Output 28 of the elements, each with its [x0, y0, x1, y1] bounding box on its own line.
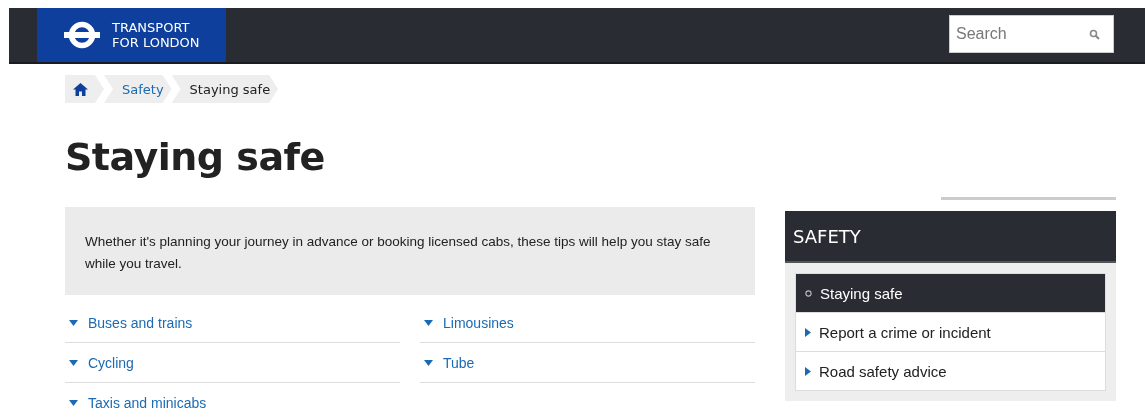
home-icon — [73, 82, 88, 96]
breadcrumb-current: Staying safe — [171, 75, 279, 103]
accordion-link[interactable]: Limousines — [420, 303, 755, 343]
caret-icon — [424, 319, 433, 326]
breadcrumb-link[interactable]: Safety — [104, 75, 172, 103]
search-icon — [1089, 29, 1100, 40]
caret-icon — [69, 359, 78, 366]
caret-icon — [69, 400, 78, 406]
page-title: Staying safe — [65, 134, 326, 181]
accordion-link[interactable]: Taxis and minicabs — [65, 383, 400, 418]
search-field[interactable]: Search — [949, 15, 1114, 53]
caret-icon — [69, 319, 78, 326]
sidebar-item[interactable]: Staying safe — [796, 274, 1105, 312]
home-link[interactable] — [65, 75, 104, 103]
accordion-link[interactable]: Cycling — [65, 343, 400, 383]
sidebar-item[interactable]: Report a crime or incident — [796, 312, 1105, 351]
triangle-icon — [805, 366, 811, 376]
intro-text: Whether it's planning your journey in advance or booking licensed cabs, these tips will help you stay safe while you travel. — [65, 207, 755, 295]
tfl-logo-link[interactable]: TRANSPORT FOR LONDON — [37, 8, 226, 62]
triangle-icon — [805, 327, 811, 337]
accordion-link[interactable]: Buses and trains — [65, 303, 400, 343]
sidebar-item[interactable]: Road safety advice — [796, 351, 1105, 390]
sidebar-title: SAFETY — [785, 211, 1116, 263]
accordion-link[interactable]: Tube — [420, 343, 755, 383]
circle-icon — [805, 289, 812, 297]
logo-text: TRANSPORT FOR LONDON — [112, 20, 200, 50]
caret-icon — [424, 359, 433, 366]
roundel-icon — [64, 21, 100, 49]
